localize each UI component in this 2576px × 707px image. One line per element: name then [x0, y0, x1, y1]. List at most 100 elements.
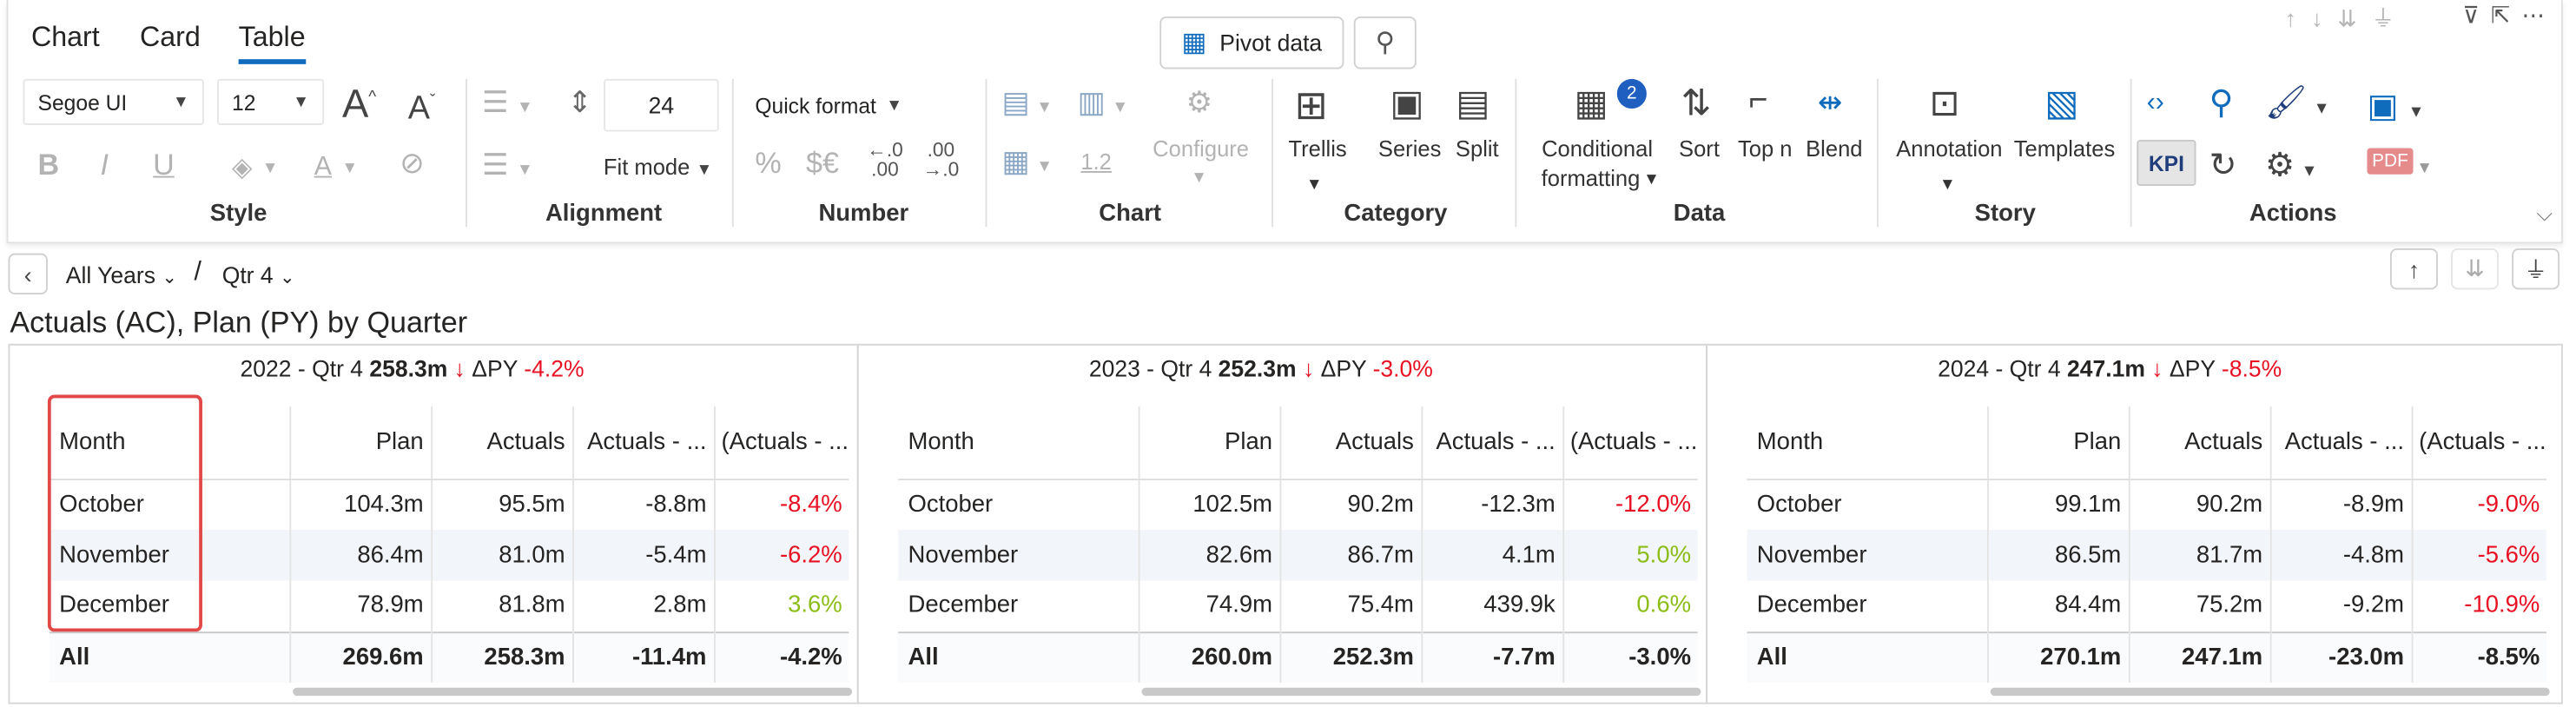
quick-format-select[interactable]: Quick format ▼: [742, 83, 959, 129]
formatting-label[interactable]: formatting: [1522, 164, 1660, 194]
sort-label[interactable]: Sort: [1673, 135, 1726, 164]
column-header[interactable]: (Actuals - ...: [713, 406, 849, 480]
increase-decimal-icon[interactable]: .00 →.0: [923, 140, 960, 179]
column-header[interactable]: Plan: [1137, 406, 1280, 480]
column-header[interactable]: Actuals: [2127, 406, 2270, 480]
tab-card[interactable]: Card: [140, 22, 201, 55]
column-header[interactable]: Plan: [288, 406, 432, 480]
table-row[interactable]: December 74.9m 75.4m 439.9k 0.6%: [898, 580, 1698, 632]
sort-icon[interactable]: ⇅: [1681, 83, 1712, 125]
bar-layout-icon[interactable]: ▤ ▼: [1001, 85, 1053, 120]
breadcrumb-level-1[interactable]: All Years ⌄: [66, 261, 177, 287]
top-n-label[interactable]: Top n: [1732, 135, 1798, 164]
configure-icon[interactable]: ⚙: [1186, 85, 1213, 120]
column-header[interactable]: Actuals: [1278, 406, 1422, 480]
series-label[interactable]: Series: [1377, 135, 1443, 164]
drill-up-button[interactable]: ↑: [2389, 248, 2438, 290]
expand-all-icon[interactable]: ⇊: [2337, 5, 2371, 31]
column-header[interactable]: Month: [898, 406, 1139, 480]
focus-mode-icon[interactable]: ⇱: [2491, 2, 2521, 28]
trellis-icon[interactable]: ⊞: [1295, 83, 1328, 130]
double-arrow-down-icon: ⇊: [2465, 254, 2485, 281]
pivot-data-button[interactable]: ▦ Pivot data: [1159, 16, 1344, 69]
table-row[interactable]: October 102.5m 90.2m -12.3m -12.0%: [898, 479, 1698, 530]
drill-down-icon[interactable]: ↓: [2311, 5, 2337, 31]
tab-table[interactable]: Table: [238, 22, 306, 64]
horizontal-scrollbar[interactable]: [1990, 687, 2550, 697]
templates-icon[interactable]: ▧: [2044, 83, 2078, 125]
drill-down-button[interactable]: ⇊: [2451, 248, 2499, 290]
drill-up-icon[interactable]: ↑: [2285, 5, 2311, 31]
annotation-icon[interactable]: ⊡: [1930, 83, 1960, 125]
expand-hierarchy-button[interactable]: ⏚: [2512, 248, 2560, 290]
column-header[interactable]: Actuals - ...: [2269, 406, 2412, 480]
configure-label[interactable]: Configure: [1146, 135, 1255, 164]
annotation-label[interactable]: Annotation: [1890, 135, 2008, 164]
underline-icon[interactable]: U: [153, 148, 175, 182]
conditional-formatting-icon[interactable]: ▦: [1575, 83, 1608, 125]
blend-label[interactable]: Blend: [1805, 135, 1864, 164]
decrease-font-icon[interactable]: Aˇ: [408, 90, 436, 129]
kpi-button[interactable]: KPI: [2137, 139, 2196, 187]
code-icon[interactable]: ‹›: [2147, 89, 2164, 118]
split-icon[interactable]: ▤: [1456, 83, 1489, 125]
table-row[interactable]: December 84.4m 75.2m -9.2m -10.9%: [1747, 580, 2546, 632]
table-row[interactable]: October 99.1m 90.2m -8.9m -9.0%: [1747, 479, 2546, 530]
refresh-icon[interactable]: ↻: [2209, 145, 2237, 186]
waterfall-icon[interactable]: ▥ ▼: [1078, 85, 1129, 120]
table-cell: 3.6%: [713, 580, 849, 632]
conditional-label[interactable]: Conditional: [1522, 135, 1673, 164]
column-header[interactable]: Actuals: [430, 406, 573, 480]
more-options-icon[interactable]: ⋯: [2521, 2, 2556, 28]
vertical-align-icon[interactable]: ☰ ▼: [482, 148, 533, 182]
brush-icon[interactable]: 🖌 ▼: [2265, 83, 2329, 123]
font-size-select[interactable]: 12 ▼: [217, 78, 325, 125]
column-header[interactable]: Actuals - ...: [571, 406, 714, 480]
series-icon[interactable]: ▣: [1390, 83, 1423, 125]
horizontal-scrollbar[interactable]: [1141, 687, 1701, 697]
breadcrumb-level-2[interactable]: Qtr 4 ⌄: [222, 261, 295, 287]
search-icon[interactable]: ⚲: [2209, 83, 2234, 123]
column-header[interactable]: Plan: [1986, 406, 2129, 480]
table-row[interactable]: November 82.6m 86.7m 4.1m 5.0%: [898, 529, 1698, 581]
filter-icon[interactable]: ⊽: [2462, 2, 2491, 28]
column-header[interactable]: (Actuals - ...: [1562, 406, 1698, 480]
layout-icon[interactable]: ▦ ▼: [1001, 145, 1053, 180]
export-settings-icon[interactable]: ▣ ▼: [2367, 85, 2424, 126]
blend-icon[interactable]: ⇹: [1818, 85, 1843, 120]
pdf-export-icon[interactable]: PDF: [2367, 148, 2414, 175]
top-n-icon[interactable]: ⌐: [1748, 83, 1767, 121]
hierarchy-icon[interactable]: ⏚: [2372, 5, 2410, 31]
table-row[interactable]: November 86.5m 81.7m -4.8m -5.6%: [1747, 529, 2546, 581]
fit-mode-select[interactable]: Fit mode ▼: [592, 153, 724, 186]
horizontal-scrollbar[interactable]: [293, 687, 853, 697]
hide-icon[interactable]: ⊘: [400, 147, 425, 182]
settings-gear-icon[interactable]: ⚙ ▼: [2265, 145, 2317, 186]
percent-icon[interactable]: %: [755, 147, 781, 182]
tab-chart[interactable]: Chart: [31, 22, 100, 55]
font-color-button[interactable]: A ▼: [301, 140, 373, 195]
templates-label[interactable]: Templates: [2011, 135, 2117, 164]
italic-icon[interactable]: I: [101, 148, 109, 182]
fill-color-button[interactable]: ◈ ▼: [219, 140, 291, 195]
column-header[interactable]: Actuals - ...: [1420, 406, 1563, 480]
arrow-up-icon: ↑: [2408, 255, 2421, 282]
split-label[interactable]: Split: [1450, 135, 1505, 164]
column-header[interactable]: Month: [1747, 406, 1987, 480]
decimal-label[interactable]: 1.2: [1080, 148, 1112, 177]
increase-font-icon[interactable]: A^: [342, 83, 376, 129]
line-height-icon[interactable]: ⇕: [567, 85, 592, 120]
currency-icon[interactable]: $€: [806, 147, 839, 182]
bold-icon[interactable]: B: [38, 148, 60, 182]
line-height-input[interactable]: 24: [604, 78, 719, 132]
filter-settings-button[interactable]: ⚲: [1353, 16, 1417, 69]
trellis-label[interactable]: Trellis: [1281, 135, 1353, 164]
align-left-icon[interactable]: ☰ ▼: [482, 85, 533, 120]
number-group-label: Number: [818, 201, 909, 228]
decrease-decimal-icon[interactable]: ←.0.00: [867, 140, 903, 179]
collapse-ribbon-icon[interactable]: ⌵: [2537, 201, 2553, 227]
column-header[interactable]: (Actuals - ...: [2410, 406, 2546, 480]
total-cell: 270.1m: [1986, 631, 2129, 684]
font-family-select[interactable]: Segoe UI ▼: [23, 78, 204, 125]
back-button[interactable]: ‹: [8, 253, 48, 295]
